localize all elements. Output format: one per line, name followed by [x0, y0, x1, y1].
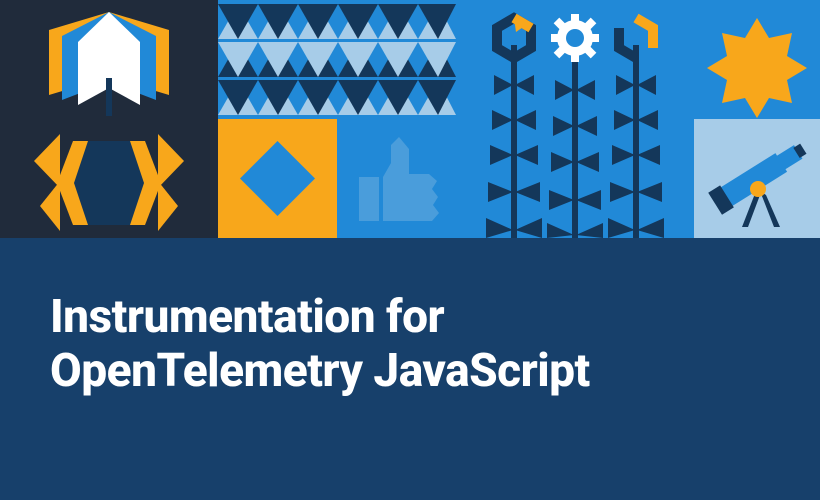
tile-star — [694, 0, 820, 119]
telescope-icon — [694, 119, 820, 238]
tile-thumbs-up — [337, 119, 456, 238]
diamond-icon — [218, 119, 337, 238]
title-line-2: OpenTelemetry JavaScript — [50, 344, 590, 398]
triangles-pattern-icon — [218, 0, 456, 119]
tile-book-bee — [0, 0, 218, 238]
page-title: Instrumentation for OpenTelemetry JavaSc… — [50, 290, 590, 399]
thumbs-up-icon — [337, 119, 456, 238]
tile-triangles — [218, 0, 456, 119]
star-sun-icon — [694, 0, 820, 119]
tile-flowers — [456, 0, 694, 238]
title-line-1: Instrumentation for — [50, 290, 590, 344]
tile-diamond — [218, 119, 337, 238]
decorative-mosaic — [0, 0, 820, 238]
tile-telescope — [694, 119, 820, 238]
book-bee-icon — [0, 0, 218, 238]
flowers-icon — [456, 0, 694, 238]
